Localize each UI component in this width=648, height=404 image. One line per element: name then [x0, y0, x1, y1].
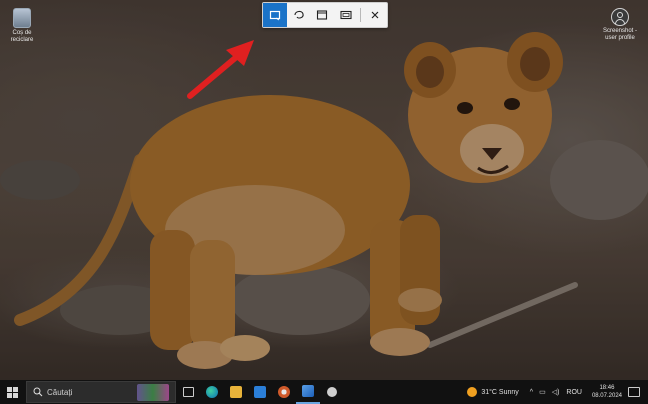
teams-button[interactable]: [320, 380, 344, 404]
task-view-icon: [182, 387, 194, 397]
freeform-snip-icon: [294, 10, 304, 19]
snipping-tool-button[interactable]: [296, 380, 320, 404]
user-profile-icon: [611, 8, 629, 26]
media-player-icon: [278, 386, 290, 398]
taskbar-search[interactable]: [26, 381, 176, 403]
fullscreen-snip-icon: [340, 10, 352, 20]
chevron-up-icon[interactable]: ^: [530, 389, 533, 396]
store-button[interactable]: [248, 380, 272, 404]
file-explorer-icon: [230, 386, 242, 398]
search-icon: [33, 387, 43, 397]
user-profile-shortcut[interactable]: Screenshot - user profile: [600, 8, 640, 42]
clock[interactable]: 18:46 08.07.2024: [592, 384, 622, 400]
system-tray: 31°C Sunny ^ ▭ ◁) ROU 18:46 08.07.2024: [467, 380, 648, 404]
sun-icon: [467, 387, 478, 397]
toolbar-divider: [360, 8, 362, 22]
language-indicator[interactable]: ROU: [566, 389, 582, 396]
window-snip-icon: [317, 10, 328, 20]
recycle-bin-icon: [13, 8, 31, 28]
teams-icon: [327, 387, 337, 397]
store-icon: [254, 386, 266, 398]
clock-time: 18:46: [599, 385, 615, 391]
network-icon[interactable]: ▭: [539, 388, 546, 396]
start-button[interactable]: [0, 380, 24, 404]
search-input[interactable]: [47, 387, 127, 397]
recycle-bin-label: Coș de reciclare: [10, 30, 34, 43]
windows-logo-icon: [6, 386, 18, 398]
notifications-icon[interactable]: [628, 387, 640, 397]
rectangle-snip-icon: [269, 10, 280, 21]
taskbar: 31°C Sunny ^ ▭ ◁) ROU 18:46 08.07.2024: [0, 380, 648, 404]
snip-dim-overlay[interactable]: [0, 0, 648, 380]
weather-temp: 31°C: [481, 388, 497, 396]
weather-widget[interactable]: 31°C Sunny: [481, 389, 518, 396]
weather-condition: Sunny: [498, 388, 519, 396]
search-highlight-image: [137, 384, 169, 401]
snipping-tool-icon: [302, 385, 314, 397]
freeform-snip-button[interactable]: [287, 3, 311, 27]
window-snip-button[interactable]: [311, 3, 335, 27]
volume-icon[interactable]: ◁): [552, 388, 560, 396]
rectangle-snip-button[interactable]: [263, 3, 287, 27]
edge-button[interactable]: [200, 380, 224, 404]
fullscreen-snip-button[interactable]: [334, 3, 358, 27]
media-player-button[interactable]: [272, 380, 296, 404]
close-icon: [371, 11, 379, 19]
edge-icon: [206, 386, 218, 398]
task-view-button[interactable]: [176, 380, 200, 404]
clock-date: 08.07.2024: [591, 393, 622, 399]
snipping-toolbar: [262, 2, 388, 28]
close-snip-button[interactable]: [363, 3, 387, 27]
file-explorer-button[interactable]: [224, 380, 248, 404]
recycle-bin-shortcut[interactable]: Coș de reciclare: [2, 8, 42, 44]
user-profile-label: Screenshot - user profile: [602, 28, 638, 41]
